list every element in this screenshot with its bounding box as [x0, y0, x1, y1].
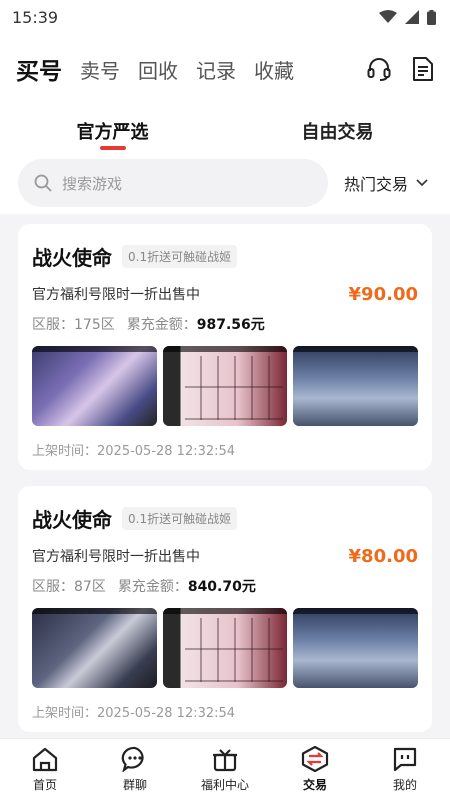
- nav-welfare[interactable]: 福利中心: [180, 746, 270, 793]
- listing-screenshots: [32, 346, 419, 426]
- listing-time: 上架时间：2025-05-28 12:32:54: [32, 706, 236, 721]
- signal-icon: [405, 10, 419, 24]
- sort-dropdown[interactable]: 热门交易: [344, 171, 428, 195]
- bottom-nav: 首页 群聊 福利中心 交易 我的: [0, 738, 450, 800]
- document-icon[interactable]: [412, 56, 434, 82]
- listing-description: 官方福利号限时一折出售中: [32, 287, 200, 303]
- tab-official-selection-label: 官方严选: [76, 122, 149, 143]
- screenshot-thumbnail[interactable]: [293, 346, 419, 426]
- nav-home-label: 首页: [32, 778, 57, 792]
- listing-title: 战火使命: [32, 507, 112, 532]
- search-input[interactable]: 搜索游戏: [18, 159, 328, 207]
- listing-recharge-label: 累充金额：: [126, 317, 197, 333]
- listing-card[interactable]: 战火使命 0.1折送可触碰战姬 官方福利号限时一折出售中 ¥90.00 区服：1…: [18, 224, 432, 470]
- home-icon: [32, 747, 58, 772]
- screenshot-thumbnail[interactable]: [293, 608, 419, 688]
- gift-icon: [213, 749, 237, 772]
- headset-icon[interactable]: [366, 56, 392, 82]
- nav-trade[interactable]: 交易: [270, 746, 360, 793]
- listing-tag: 0.1折送可触碰战姬: [122, 244, 238, 268]
- listing-description: 官方福利号限时一折出售中: [32, 549, 200, 565]
- listing-server: 区服：87区: [32, 579, 106, 595]
- search-placeholder: 搜索游戏: [62, 174, 123, 193]
- screenshot-thumbnail[interactable]: [32, 608, 157, 688]
- chevron-down-icon: [416, 179, 428, 187]
- sub-tabs: 官方严选 自由交易: [0, 104, 450, 152]
- battery-icon: [427, 9, 436, 25]
- listing-recharge-label: 累充金额：: [117, 579, 188, 595]
- listing-price: ¥80.00: [348, 545, 418, 567]
- listing-card[interactable]: 战火使命 0.1折送可触碰战姬 官方福利号限时一折出售中 ¥80.00 区服：8…: [18, 486, 432, 732]
- listing-recharge-amount: 840.70元: [187, 579, 256, 595]
- trade-icon: [301, 746, 329, 772]
- search-icon: [34, 174, 52, 192]
- status-bar: 15:39: [0, 0, 450, 34]
- tab-official-selection[interactable]: 官方严选: [0, 104, 225, 150]
- tab-buy[interactable]: 买号: [16, 52, 62, 86]
- search-row: 搜索游戏 热门交易: [0, 152, 450, 214]
- tab-free-trade[interactable]: 自由交易: [225, 104, 450, 144]
- listing-tag: 0.1折送可触碰战姬: [122, 506, 238, 530]
- listing-title: 战火使命: [32, 245, 112, 270]
- nav-home[interactable]: 首页: [0, 746, 90, 793]
- screenshot-thumbnail[interactable]: [162, 608, 288, 688]
- listing-server: 区服：175区: [32, 317, 115, 333]
- chat-icon: [121, 746, 144, 772]
- status-icons: [379, 9, 436, 25]
- listing-time: 上架时间：2025-05-28 12:32:54: [32, 444, 236, 459]
- nav-chat[interactable]: 群聊: [90, 746, 180, 793]
- listing-recharge-amount: 987.56元: [196, 317, 265, 333]
- listing-price: ¥90.00: [348, 283, 418, 305]
- top-header: 买号 卖号 回收 记录 收藏: [0, 34, 450, 104]
- sort-label: 热门交易: [344, 175, 409, 194]
- top-tabs: 买号 卖号 回收 记录 收藏: [16, 52, 366, 86]
- active-tab-indicator: [100, 146, 126, 150]
- tab-free-trade-label: 自由交易: [301, 122, 374, 143]
- nav-trade-label: 交易: [302, 778, 327, 792]
- profile-icon: [393, 747, 417, 772]
- nav-chat-label: 群聊: [122, 778, 147, 792]
- tab-favorites[interactable]: 收藏: [254, 55, 294, 84]
- listing-screenshots: [32, 608, 419, 688]
- wifi-icon: [379, 10, 397, 23]
- tab-records[interactable]: 记录: [196, 55, 236, 84]
- screenshot-thumbnail[interactable]: [32, 346, 157, 426]
- nav-profile-label: 我的: [392, 778, 417, 792]
- tab-sell[interactable]: 卖号: [80, 55, 120, 84]
- status-time: 15:39: [12, 7, 59, 27]
- screenshot-thumbnail[interactable]: [162, 346, 288, 426]
- nav-profile[interactable]: 我的: [360, 746, 450, 793]
- nav-welfare-label: 福利中心: [200, 778, 249, 792]
- tab-recycle[interactable]: 回收: [138, 55, 178, 84]
